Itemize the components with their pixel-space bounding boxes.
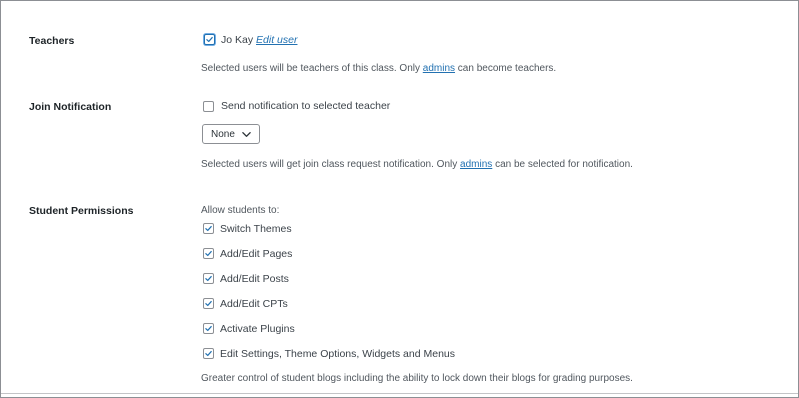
- permission-label-activate-plugins: Activate Plugins: [220, 323, 295, 335]
- notification-teacher-select[interactable]: None: [202, 124, 260, 144]
- permission-checkbox-activate-plugins[interactable]: [203, 323, 214, 334]
- teachers-description: Selected users will be teachers of this …: [201, 63, 556, 74]
- check-icon: [206, 36, 213, 43]
- student-permissions-label: Student Permissions: [29, 205, 134, 217]
- permission-checkbox-switch-themes[interactable]: [203, 223, 214, 234]
- join-notification-label: Join Notification: [29, 101, 112, 113]
- teacher-user-name: Jo Kay: [221, 34, 254, 46]
- permission-label-switch-themes: Switch Themes: [220, 223, 292, 235]
- permission-label-add-edit-posts: Add/Edit Posts: [220, 273, 289, 285]
- permission-label-add-edit-pages: Add/Edit Pages: [220, 248, 293, 260]
- permission-checkbox-edit-settings[interactable]: [203, 348, 214, 359]
- edit-user-link[interactable]: Edit user: [256, 34, 297, 46]
- teacher-user-row: Jo Kay Edit user: [221, 34, 297, 46]
- teachers-label: Teachers: [29, 35, 75, 47]
- allow-students-intro: Allow students to:: [201, 205, 280, 216]
- teachers-admins-link[interactable]: admins: [423, 63, 455, 74]
- divider: [1, 393, 798, 394]
- select-value: None: [211, 129, 235, 140]
- send-notification-checkbox[interactable]: [203, 101, 214, 112]
- chevron-down-icon: [242, 132, 251, 137]
- permission-checkbox-add-edit-posts[interactable]: [203, 273, 214, 284]
- teachers-desc-text-after: can become teachers.: [457, 63, 557, 74]
- permission-checkbox-add-edit-cpts[interactable]: [203, 298, 214, 309]
- send-notification-label: Send notification to selected teacher: [221, 100, 391, 112]
- join-admins-link[interactable]: admins: [460, 159, 492, 170]
- check-icon: [205, 325, 212, 332]
- join-desc-text-after: can be selected for notification.: [495, 159, 633, 170]
- teachers-desc-text-before: Selected users will be teachers of this …: [201, 63, 420, 74]
- join-notification-description: Selected users will get join class reque…: [201, 159, 633, 170]
- permission-checkbox-add-edit-pages[interactable]: [203, 248, 214, 259]
- check-icon: [205, 275, 212, 282]
- check-icon: [205, 250, 212, 257]
- settings-panel: Teachers Jo Kay Edit user Selected users…: [0, 0, 799, 398]
- student-permissions-note: Greater control of student blogs includi…: [201, 373, 633, 384]
- permission-label-edit-settings: Edit Settings, Theme Options, Widgets an…: [220, 348, 456, 360]
- teacher-checkbox-jo-kay[interactable]: [204, 34, 215, 45]
- join-desc-text-before: Selected users will get join class reque…: [201, 159, 458, 170]
- check-icon: [205, 350, 212, 357]
- check-icon: [205, 300, 212, 307]
- permission-label-add-edit-cpts: Add/Edit CPTs: [220, 298, 288, 310]
- check-icon: [205, 225, 212, 232]
